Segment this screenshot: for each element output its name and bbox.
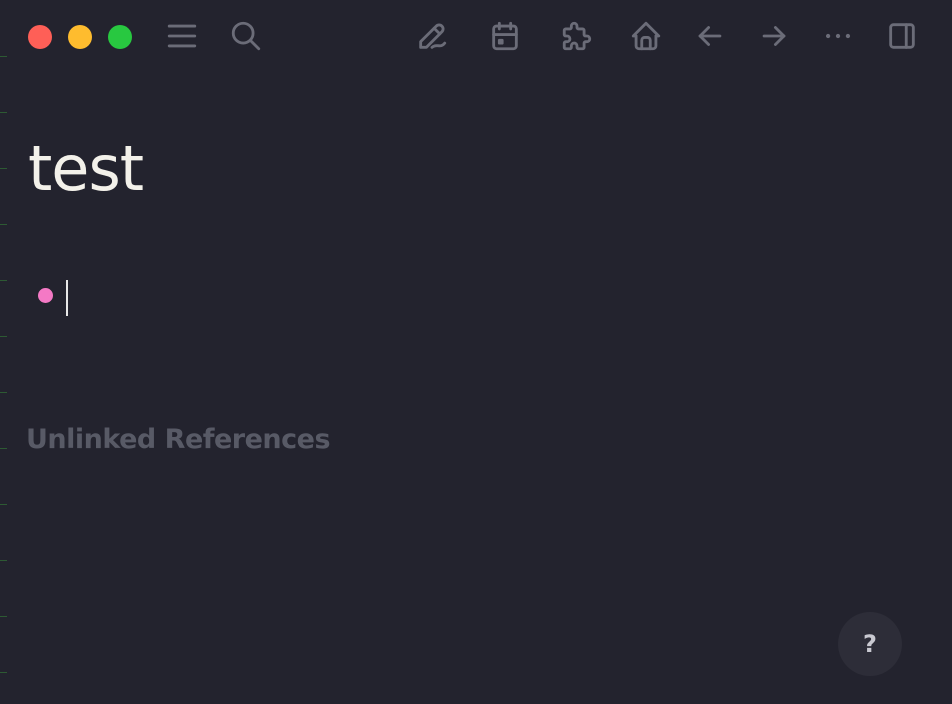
- arrow-right-icon: [762, 26, 786, 46]
- pencil-icon: [419, 23, 447, 49]
- unlinked-references-toggle[interactable]: Unlinked References: [26, 424, 331, 455]
- help-button[interactable]: ?: [838, 612, 902, 676]
- search-button[interactable]: [228, 18, 264, 54]
- text-caret: [66, 280, 68, 316]
- plugins-button[interactable]: [559, 18, 595, 54]
- ellipsis-icon: [825, 33, 851, 39]
- window-maximize-button[interactable]: [108, 25, 132, 49]
- calendar-icon: [492, 21, 518, 51]
- more-options-button[interactable]: [820, 18, 856, 54]
- search-icon: [231, 21, 261, 51]
- whiteboard-button[interactable]: [414, 18, 450, 54]
- title-bar: [0, 0, 952, 72]
- right-sidebar-toggle-button[interactable]: [884, 18, 920, 54]
- window-close-button[interactable]: [28, 25, 52, 49]
- page-title[interactable]: test: [28, 138, 144, 200]
- journals-button[interactable]: [487, 18, 523, 54]
- app-window: test Unlinked References ?: [0, 0, 952, 704]
- home-button[interactable]: [628, 18, 664, 54]
- sidebar-toggle-icon: [889, 23, 915, 49]
- block-editor[interactable]: [66, 278, 866, 316]
- arrow-left-icon: [698, 26, 722, 46]
- block-bullet[interactable]: [38, 288, 53, 303]
- puzzle-icon: [562, 21, 592, 51]
- block-item: [30, 276, 890, 316]
- home-icon: [631, 21, 661, 51]
- back-button[interactable]: [692, 18, 728, 54]
- window-minimize-button[interactable]: [68, 25, 92, 49]
- menu-icon: [167, 24, 197, 48]
- left-sidebar-toggle-button[interactable]: [164, 18, 200, 54]
- forward-button[interactable]: [756, 18, 792, 54]
